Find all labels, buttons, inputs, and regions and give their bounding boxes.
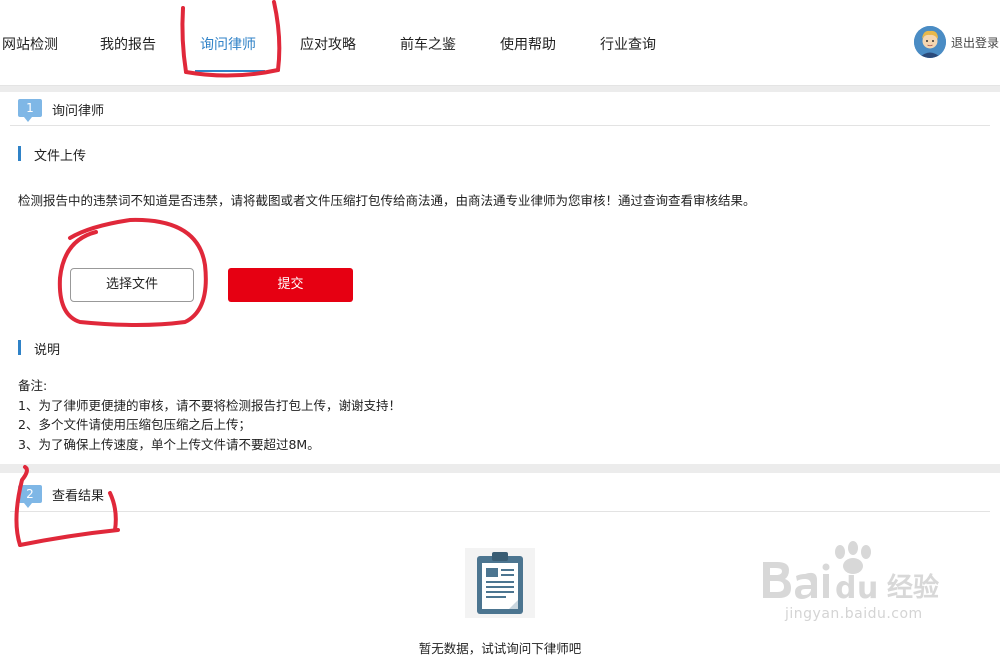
step-badge-1: 1 xyxy=(18,99,42,122)
notes-heading: 说明 xyxy=(34,343,61,358)
nav-item-help[interactable]: 使用帮助 xyxy=(500,34,556,54)
step-title-view-results: 查看结果 xyxy=(52,489,105,504)
step-badge-2: 2 xyxy=(18,485,42,508)
notes-list: 备注: 1、为了律师更便捷的审核，请不要将检测报告打包上传，谢谢支持！ 2、多个… xyxy=(18,376,401,454)
section-marker xyxy=(18,146,21,161)
clipboard-icon xyxy=(465,548,535,618)
logout-link[interactable]: 退出登录 xyxy=(951,34,999,51)
notes-title: 备注: xyxy=(18,378,48,393)
choose-file-button[interactable]: 选择文件 xyxy=(70,268,194,302)
step-title-ask-lawyer: 询问律师 xyxy=(52,104,105,119)
empty-state-text: 暂无数据，试试询问下律师吧 xyxy=(418,641,582,656)
nav-item-lessons[interactable]: 前车之鉴 xyxy=(400,34,456,54)
nav-item-strategies[interactable]: 应对攻略 xyxy=(300,34,356,54)
section-divider xyxy=(10,125,990,126)
upload-heading: 文件上传 xyxy=(34,149,87,164)
upload-description: 检测报告中的违禁词不知道是否违禁，请将截图或者文件压缩打包传给商法通，由商法通专… xyxy=(18,193,756,208)
section-marker xyxy=(18,340,21,355)
ask-lawyer-panel: 1 询问律师 文件上传 检测报告中的违禁词不知道是否违禁，请将截图或者文件压缩打… xyxy=(0,92,1000,464)
submit-button[interactable]: 提交 xyxy=(228,268,353,302)
note-item: 3、为了确保上传速度，单个上传文件请不要超过8M。 xyxy=(18,436,320,452)
nav-item-site-check[interactable]: 网站检测 xyxy=(2,34,58,54)
section-divider xyxy=(10,511,990,512)
note-item: 2、多个文件请使用压缩包压缩之后上传； xyxy=(18,417,251,432)
nav-item-ask-lawyer[interactable]: 询问律师 xyxy=(200,34,256,54)
nav-item-industry-query[interactable]: 行业查询 xyxy=(600,34,656,54)
nav-item-my-reports[interactable]: 我的报告 xyxy=(100,34,156,54)
note-item: 1、为了律师更便捷的审核，请不要将检测报告打包上传，谢谢支持！ xyxy=(18,397,401,413)
top-navigation: 网站检测 我的报告 询问律师 应对攻略 前车之鉴 使用帮助 行业查询 退出登录 xyxy=(0,0,1000,86)
view-results-panel: 2 查看结果 暂无数据，试试询问下律师吧 xyxy=(0,473,1000,656)
active-tab-indicator xyxy=(195,70,265,72)
avatar[interactable] xyxy=(914,26,946,58)
